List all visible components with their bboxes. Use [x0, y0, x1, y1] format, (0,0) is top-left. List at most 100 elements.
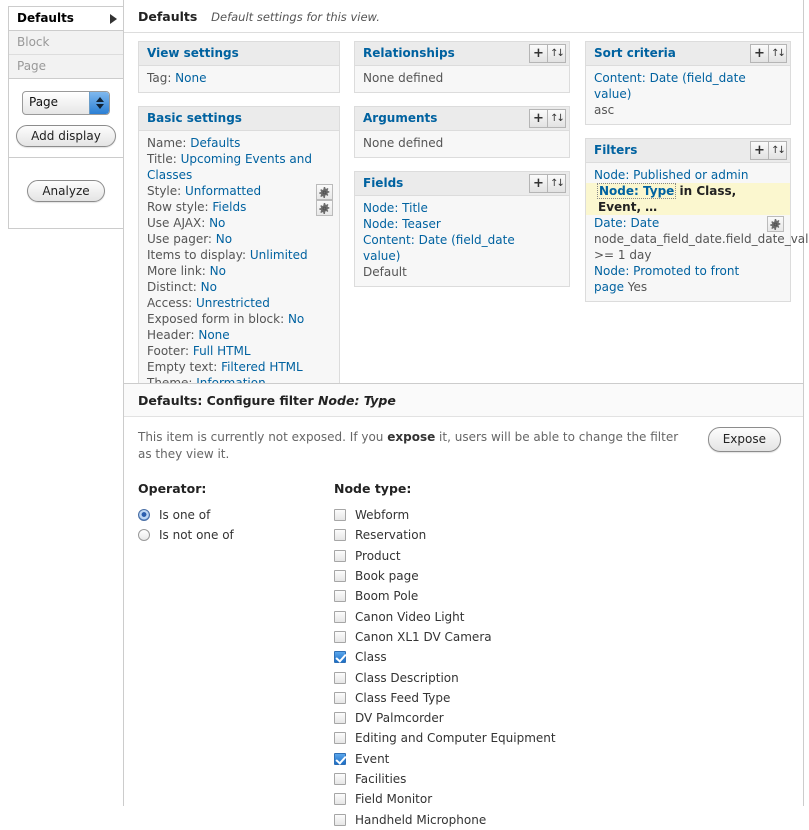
node-type-option[interactable]: Event: [334, 749, 784, 769]
checkbox[interactable]: [334, 712, 346, 725]
gear-icon[interactable]: [767, 216, 784, 232]
node-type-option[interactable]: Boom Pole: [334, 586, 784, 606]
checkbox[interactable]: [334, 610, 346, 623]
display-title: Defaults: [138, 9, 198, 24]
settings-row-value: >= 1 day: [594, 248, 652, 262]
display-tab-defaults[interactable]: Defaults: [9, 7, 123, 31]
node-type-option[interactable]: Class Feed Type: [334, 688, 784, 708]
node-type-option[interactable]: Class: [334, 647, 784, 667]
checkbox[interactable]: [334, 793, 346, 806]
settings-box-title: Relationships: [363, 46, 455, 60]
settings-row: Date: Date: [594, 215, 784, 232]
radio-button[interactable]: [138, 529, 150, 541]
add-icon[interactable]: +: [529, 109, 548, 128]
display-type-select[interactable]: Page: [22, 91, 110, 115]
node-type-option[interactable]: Webform: [334, 505, 784, 525]
checkbox[interactable]: [334, 549, 346, 562]
checkbox[interactable]: [334, 813, 346, 826]
settings-row-link[interactable]: No: [216, 232, 232, 246]
checkbox[interactable]: [334, 773, 346, 785]
node-type-option[interactable]: Canon Video Light: [334, 606, 784, 626]
settings-row-link[interactable]: Unlimited: [250, 248, 308, 262]
node-type-option[interactable]: Book page: [334, 566, 784, 586]
settings-row-link[interactable]: Defaults: [190, 136, 240, 150]
gear-icon[interactable]: [316, 200, 333, 216]
settings-row-link[interactable]: Filtered HTML: [221, 360, 303, 374]
checkbox[interactable]: [334, 752, 346, 765]
expose-button[interactable]: Expose: [707, 427, 781, 452]
settings-box-header: Arguments + ↑↓: [355, 107, 569, 131]
node-type-option[interactable]: Reservation: [334, 525, 784, 545]
checkbox[interactable]: [334, 671, 346, 684]
settings-row-link[interactable]: Unrestricted: [196, 296, 270, 310]
checkbox[interactable]: [334, 691, 346, 704]
node-type-option[interactable]: Product: [334, 546, 784, 566]
settings-row-link[interactable]: None: [198, 328, 229, 342]
add-icon[interactable]: +: [750, 141, 769, 160]
checkbox[interactable]: [334, 590, 346, 603]
settings-row-link[interactable]: Date: Date: [594, 216, 659, 230]
settings-row-link[interactable]: Node: Published or admin: [594, 168, 748, 182]
settings-row-link[interactable]: Content: Date (field_date value): [594, 71, 746, 101]
settings-row-link[interactable]: Full HTML: [193, 344, 251, 358]
settings-row-link[interactable]: Unformatted: [185, 184, 261, 198]
settings-row-link[interactable]: Node: Promoted to front page: [594, 264, 739, 294]
settings-row: Footer: Full HTML: [147, 343, 331, 359]
select-stepper-icon[interactable]: [89, 92, 109, 114]
settings-row-link[interactable]: None: [175, 71, 206, 85]
checkbox[interactable]: [334, 732, 346, 745]
node-type-option[interactable]: Class Description: [334, 667, 784, 687]
operator-option[interactable]: Is one of: [138, 505, 328, 525]
rearrange-icon[interactable]: ↑↓: [548, 44, 566, 63]
settings-row-link[interactable]: Node: Teaser: [363, 217, 441, 231]
operator-option-list: Is one of Is not one of: [138, 505, 328, 545]
add-icon[interactable]: +: [750, 44, 769, 63]
rearrange-icon[interactable]: ↑↓: [548, 109, 566, 128]
display-tab-page[interactable]: Page: [9, 55, 123, 78]
node-type-option[interactable]: Field Monitor: [334, 789, 784, 809]
display-subtitle: Default settings for this view.: [211, 10, 380, 24]
checkbox[interactable]: [334, 630, 346, 643]
display-tab-label: Block: [17, 35, 50, 49]
settings-row-link[interactable]: No: [201, 280, 217, 294]
add-icon[interactable]: +: [529, 174, 548, 193]
settings-row-link[interactable]: No: [209, 216, 225, 230]
expose-note-part1: This item is currently not exposed. If y…: [138, 430, 388, 444]
checkbox[interactable]: [334, 509, 346, 522]
settings-row-label: Empty text:: [147, 360, 222, 374]
settings-row-link[interactable]: No: [288, 312, 304, 326]
node-type-option[interactable]: Handheld Microphone: [334, 809, 784, 829]
display-tab-block[interactable]: Block: [9, 31, 123, 55]
rearrange-icon[interactable]: ↑↓: [769, 44, 787, 63]
node-type-option[interactable]: Editing and Computer Equipment: [334, 728, 784, 748]
rearrange-icon[interactable]: ↑↓: [548, 174, 566, 193]
operator-option[interactable]: Is not one of: [138, 525, 328, 545]
checkbox[interactable]: [334, 529, 346, 542]
settings-row-link[interactable]: Content: Date (field_date value): [363, 233, 515, 263]
node-type-option-label: Field Monitor: [355, 792, 433, 807]
operator-option-label: Is not one of: [159, 528, 234, 542]
checkbox[interactable]: [334, 651, 346, 664]
settings-box-title: View settings: [147, 46, 239, 60]
rearrange-icon[interactable]: ↑↓: [769, 141, 787, 160]
settings-box: Filters + ↑↓ Node: Published or admin Node: …: [585, 138, 809, 302]
add-display-button[interactable]: Add display: [16, 125, 116, 147]
settings-box: Sort criteria + ↑↓ Content: Date (field_dat…: [585, 41, 791, 125]
add-icon[interactable]: +: [529, 44, 548, 63]
settings-box-body: Node: Published or admin Node: Type in Cl…: [586, 163, 809, 301]
settings-row-link[interactable]: Node: Title: [363, 201, 428, 215]
checkbox[interactable]: [334, 570, 346, 583]
node-type-option[interactable]: DV Palmcorder: [334, 708, 784, 728]
analyze-button[interactable]: Analyze: [27, 180, 105, 202]
filter-node-type-link[interactable]: Node: Type: [596, 183, 677, 199]
node-type-option[interactable]: Facilities: [334, 769, 784, 789]
node-type-option[interactable]: Canon XL1 DV Camera: [334, 627, 784, 647]
radio-button[interactable]: [138, 509, 150, 521]
gear-icon[interactable]: [316, 184, 333, 200]
settings-row-link[interactable]: No: [210, 264, 226, 278]
settings-row-link[interactable]: Fields: [212, 200, 246, 214]
node-type-option-label: DV Palmcorder: [355, 711, 444, 726]
node-type-option-label: Class Description: [355, 670, 459, 685]
settings-row: Node: Title: [363, 200, 561, 216]
settings-box-body: Tag: None: [139, 66, 339, 92]
